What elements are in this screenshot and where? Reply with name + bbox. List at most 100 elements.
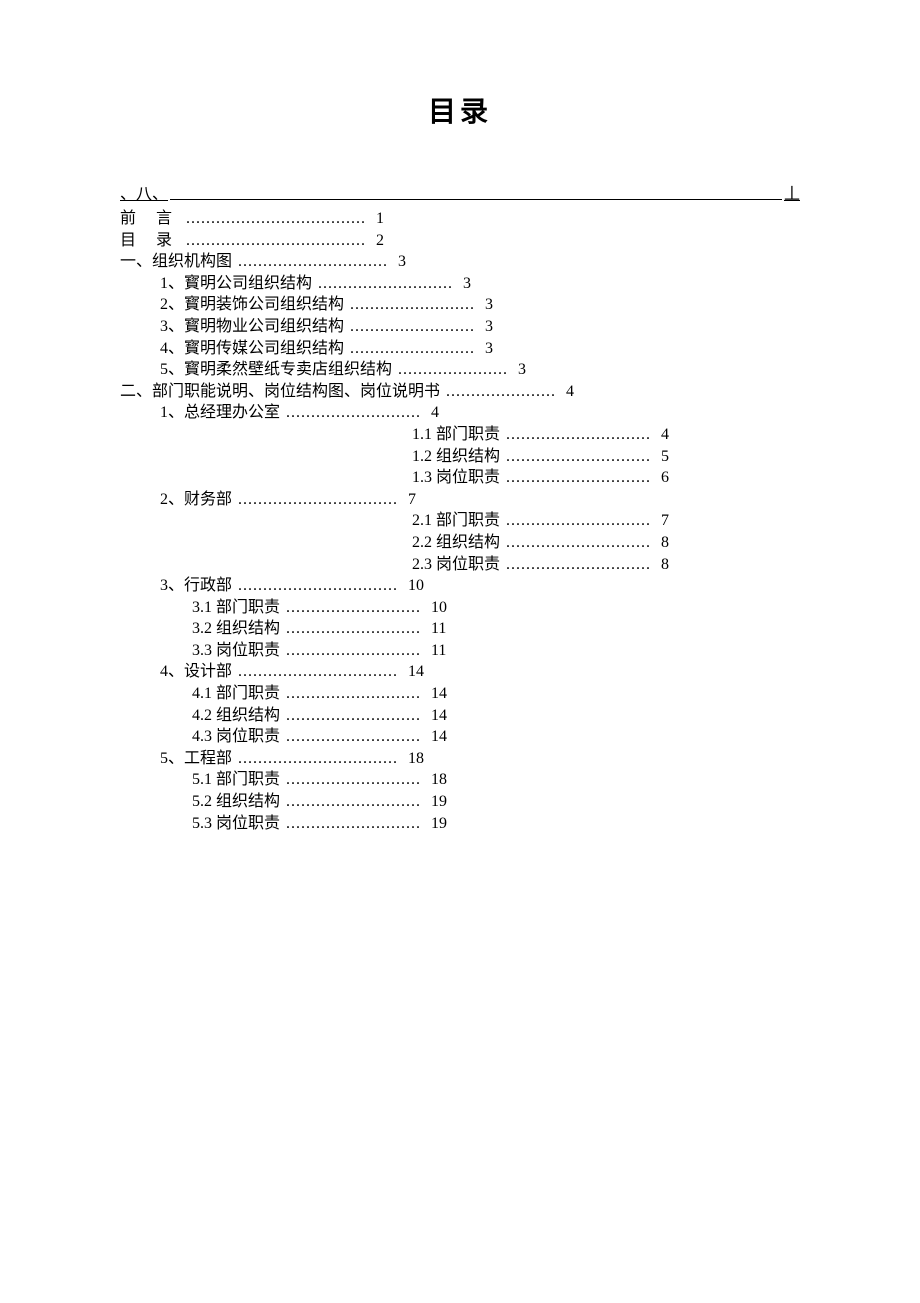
toc-entry: 1.1 部门职责 4 [412, 424, 800, 446]
toc-entry: 1.2 组织结构 5 [412, 446, 800, 468]
toc-entry-leader-dots [506, 554, 651, 576]
toc-entry-page-number: 4 [657, 424, 683, 446]
toc-entry-page-number: 4 [427, 402, 453, 424]
toc-entry-label: 2.1 部门职责 [412, 510, 500, 532]
toc-entry-leader-dots [186, 230, 366, 252]
toc-entry: 4.3 岗位职责 14 [192, 726, 800, 748]
toc-entry: 2、寳明装饰公司组织结构 3 [160, 294, 800, 316]
toc-entry-page-number: 18 [404, 748, 430, 770]
toc-entry-leader-dots [350, 316, 475, 338]
toc-entry-page-number: 19 [427, 813, 453, 835]
toc-entry-label: 4.1 部门职责 [192, 683, 280, 705]
toc-entry-page-number: 3 [394, 251, 420, 273]
header-rule-left-glyph: 、八、 [120, 180, 168, 204]
toc-entry-leader-dots [286, 813, 421, 835]
toc-entry-page-number: 11 [427, 618, 453, 640]
toc-entry-leader-dots [446, 381, 556, 403]
toc-entry-label: 3.2 组织结构 [192, 618, 280, 640]
toc-entry-label: 3、行政部 [160, 575, 232, 597]
toc-entry-leader-dots [186, 208, 366, 230]
toc-entry-page-number: 3 [514, 359, 540, 381]
toc-entry-label: 4、设计部 [160, 661, 232, 683]
toc-entry: 二、部门职能说明、岗位结构图、岗位说明书 4 [120, 381, 800, 403]
toc-entry-leader-dots [286, 618, 421, 640]
toc-entry: 目 录 2 [120, 230, 800, 252]
toc-entry: 2.3 岗位职责 8 [412, 554, 800, 576]
toc-entry-label: 3、寳明物业公司组织结构 [160, 316, 344, 338]
toc-entry-label: 2.3 岗位职责 [412, 554, 500, 576]
toc-entry-page-number: 3 [459, 273, 485, 295]
toc-entry-page-number: 19 [427, 791, 453, 813]
toc-entry-page-number: 3 [481, 338, 507, 360]
toc-entry-label: 1.2 组织结构 [412, 446, 500, 468]
toc-entry-label: 4.3 岗位职责 [192, 726, 280, 748]
toc-entry: 5、寳明柔然壁纸专卖店组织结构 3 [160, 359, 800, 381]
toc-entry: 3.3 岗位职责 11 [192, 640, 800, 662]
toc-entry-leader-dots [238, 748, 398, 770]
toc-entry-page-number: 18 [427, 769, 453, 791]
toc-entry-leader-dots [350, 294, 475, 316]
toc-entry-label: 2、财务部 [160, 489, 232, 511]
toc-entry-label: 3.3 岗位职责 [192, 640, 280, 662]
header-rule-line [170, 189, 782, 200]
toc-entry-leader-dots [286, 791, 421, 813]
toc-entry-page-number: 3 [481, 316, 507, 338]
toc-entry-page-number: 8 [657, 554, 683, 576]
toc-entry-label: 目 录 [120, 230, 180, 252]
toc-entry-page-number: 10 [404, 575, 430, 597]
toc-entry-label: 1、寳明公司组织结构 [160, 273, 312, 295]
toc-entry: 5.1 部门职责 18 [192, 769, 800, 791]
toc-entry-page-number: 14 [427, 705, 453, 727]
toc-entry-page-number: 2 [372, 230, 398, 252]
toc-entry: 5.2 组织结构 19 [192, 791, 800, 813]
toc-entry-label: 5.1 部门职责 [192, 769, 280, 791]
toc-entry-label: 3.1 部门职责 [192, 597, 280, 619]
toc-entry-leader-dots [506, 510, 651, 532]
toc-entry-leader-dots [238, 489, 398, 511]
toc-entry: 2、财务部 7 [160, 489, 800, 511]
toc-entry-page-number: 3 [481, 294, 507, 316]
toc-entry-page-number: 4 [562, 381, 588, 403]
toc-entry-leader-dots [286, 726, 421, 748]
toc-entry: 2.1 部门职责 7 [412, 510, 800, 532]
toc-entry-page-number: 14 [427, 726, 453, 748]
toc-entry-page-number: 10 [427, 597, 453, 619]
toc-entry-leader-dots [350, 338, 475, 360]
toc-entry-page-number: 6 [657, 467, 683, 489]
toc-entry: 4.1 部门职责 14 [192, 683, 800, 705]
header-rule-right-glyph: 丄 [784, 180, 800, 204]
toc-entry-label: 前 言 [120, 208, 180, 230]
toc-entry-page-number: 8 [657, 532, 683, 554]
toc-entry-leader-dots [506, 446, 651, 468]
toc-entry: 3、寳明物业公司组织结构 3 [160, 316, 800, 338]
toc-entry: 1.3 岗位职责 6 [412, 467, 800, 489]
toc-entry: 5.3 岗位职责 19 [192, 813, 800, 835]
toc-entry-page-number: 14 [404, 661, 430, 683]
page-title: 目录 [120, 90, 800, 130]
header-rule-row: 、八、 丄 [120, 180, 800, 204]
toc-entry-leader-dots [506, 532, 651, 554]
toc-entry: 2.2 组织结构 8 [412, 532, 800, 554]
toc-entry-leader-dots [506, 467, 651, 489]
toc-entry: 3.1 部门职责 10 [192, 597, 800, 619]
toc-entry: 1、总经理办公室 4 [160, 402, 800, 424]
toc-entry: 5、工程部 18 [160, 748, 800, 770]
toc-entry-leader-dots [318, 273, 453, 295]
toc-entry-label: 1.3 岗位职责 [412, 467, 500, 489]
toc-entry: 3、行政部 10 [160, 575, 800, 597]
toc-entry-leader-dots [238, 575, 398, 597]
toc-entry-label: 2.2 组织结构 [412, 532, 500, 554]
toc-entry: 4、设计部 14 [160, 661, 800, 683]
toc-entry: 前 言 1 [120, 208, 800, 230]
toc-entry-label: 4.2 组织结构 [192, 705, 280, 727]
toc-entry-leader-dots [238, 661, 398, 683]
toc-entry-leader-dots [286, 769, 421, 791]
toc-entry-label: 二、部门职能说明、岗位结构图、岗位说明书 [120, 381, 440, 403]
toc-entry-page-number: 14 [427, 683, 453, 705]
toc-entry-label: 1.1 部门职责 [412, 424, 500, 446]
toc-entry-leader-dots [286, 597, 421, 619]
toc-entry-leader-dots [286, 640, 421, 662]
toc-entry-label: 5、寳明柔然壁纸专卖店组织结构 [160, 359, 392, 381]
toc-entry-page-number: 11 [427, 640, 453, 662]
toc-entry-leader-dots [286, 402, 421, 424]
